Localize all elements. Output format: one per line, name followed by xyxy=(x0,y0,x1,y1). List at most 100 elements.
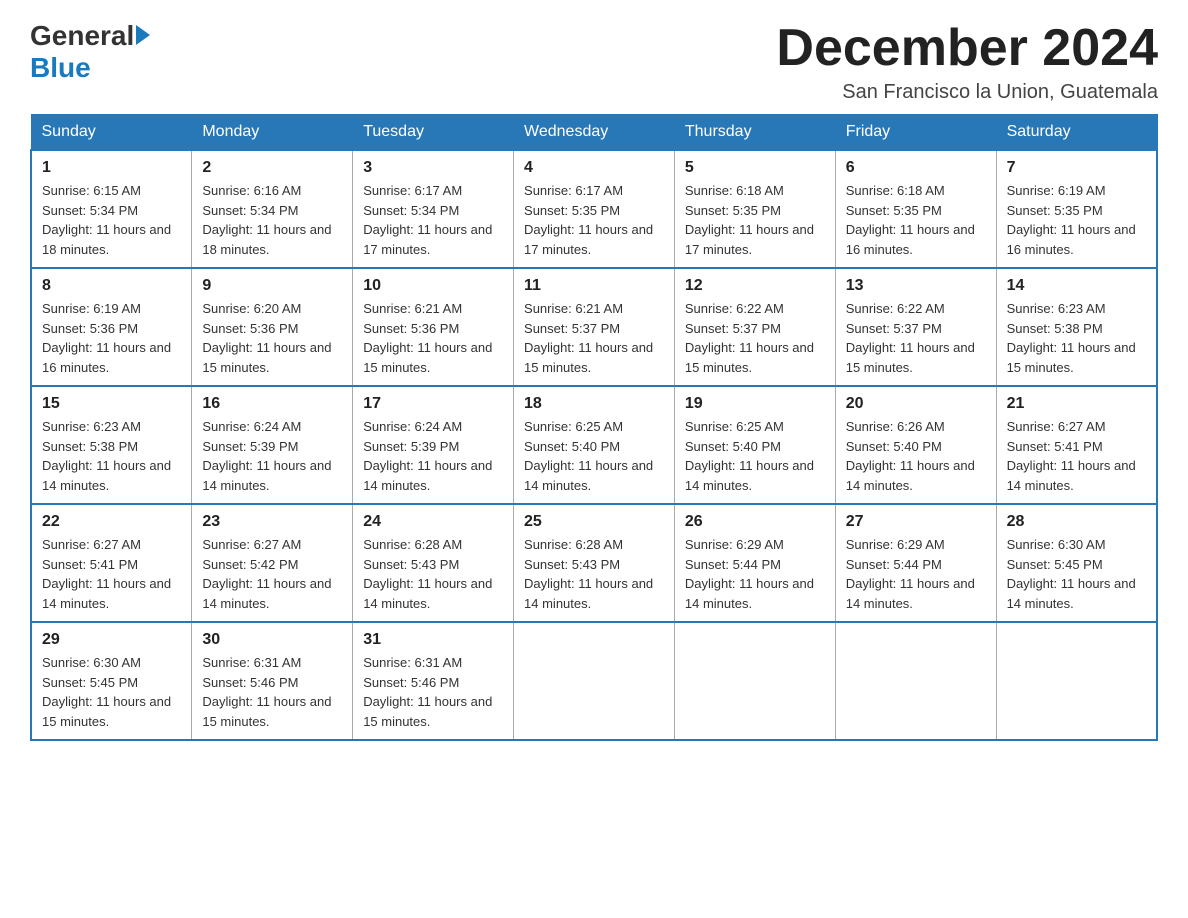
day-info: Sunrise: 6:20 AMSunset: 5:36 PMDaylight:… xyxy=(202,301,331,375)
day-info: Sunrise: 6:17 AMSunset: 5:35 PMDaylight:… xyxy=(524,183,653,257)
day-info: Sunrise: 6:25 AMSunset: 5:40 PMDaylight:… xyxy=(524,419,653,493)
day-number: 6 xyxy=(846,159,986,177)
day-number: 21 xyxy=(1007,395,1146,413)
calendar-week-row: 1 Sunrise: 6:15 AMSunset: 5:34 PMDayligh… xyxy=(31,150,1157,268)
day-number: 16 xyxy=(202,395,342,413)
logo-blue: Blue xyxy=(30,52,91,84)
month-title: December 2024 xyxy=(776,20,1158,77)
page-header: General Blue December 2024 San Francisco… xyxy=(30,20,1158,104)
calendar-cell: 14 Sunrise: 6:23 AMSunset: 5:38 PMDaylig… xyxy=(996,268,1157,386)
day-number: 11 xyxy=(524,277,664,295)
day-number: 14 xyxy=(1007,277,1146,295)
calendar-cell: 26 Sunrise: 6:29 AMSunset: 5:44 PMDaylig… xyxy=(674,504,835,622)
day-number: 20 xyxy=(846,395,986,413)
day-number: 7 xyxy=(1007,159,1146,177)
weekday-header-thursday: Thursday xyxy=(674,115,835,151)
calendar-cell: 21 Sunrise: 6:27 AMSunset: 5:41 PMDaylig… xyxy=(996,386,1157,504)
calendar-cell: 19 Sunrise: 6:25 AMSunset: 5:40 PMDaylig… xyxy=(674,386,835,504)
calendar-cell: 12 Sunrise: 6:22 AMSunset: 5:37 PMDaylig… xyxy=(674,268,835,386)
calendar-cell: 15 Sunrise: 6:23 AMSunset: 5:38 PMDaylig… xyxy=(31,386,192,504)
weekday-header-saturday: Saturday xyxy=(996,115,1157,151)
day-info: Sunrise: 6:28 AMSunset: 5:43 PMDaylight:… xyxy=(363,537,492,611)
calendar-cell: 28 Sunrise: 6:30 AMSunset: 5:45 PMDaylig… xyxy=(996,504,1157,622)
calendar-cell: 20 Sunrise: 6:26 AMSunset: 5:40 PMDaylig… xyxy=(835,386,996,504)
day-info: Sunrise: 6:31 AMSunset: 5:46 PMDaylight:… xyxy=(202,655,331,729)
calendar-cell: 8 Sunrise: 6:19 AMSunset: 5:36 PMDayligh… xyxy=(31,268,192,386)
weekday-header-tuesday: Tuesday xyxy=(353,115,514,151)
day-info: Sunrise: 6:19 AMSunset: 5:35 PMDaylight:… xyxy=(1007,183,1136,257)
calendar-cell xyxy=(674,622,835,740)
calendar-cell: 29 Sunrise: 6:30 AMSunset: 5:45 PMDaylig… xyxy=(31,622,192,740)
day-info: Sunrise: 6:23 AMSunset: 5:38 PMDaylight:… xyxy=(1007,301,1136,375)
day-info: Sunrise: 6:27 AMSunset: 5:41 PMDaylight:… xyxy=(42,537,171,611)
day-number: 25 xyxy=(524,513,664,531)
day-info: Sunrise: 6:22 AMSunset: 5:37 PMDaylight:… xyxy=(846,301,975,375)
day-number: 8 xyxy=(42,277,181,295)
calendar-cell: 1 Sunrise: 6:15 AMSunset: 5:34 PMDayligh… xyxy=(31,150,192,268)
day-info: Sunrise: 6:19 AMSunset: 5:36 PMDaylight:… xyxy=(42,301,171,375)
calendar-cell: 3 Sunrise: 6:17 AMSunset: 5:34 PMDayligh… xyxy=(353,150,514,268)
day-info: Sunrise: 6:24 AMSunset: 5:39 PMDaylight:… xyxy=(202,419,331,493)
day-info: Sunrise: 6:23 AMSunset: 5:38 PMDaylight:… xyxy=(42,419,171,493)
day-number: 10 xyxy=(363,277,503,295)
day-info: Sunrise: 6:18 AMSunset: 5:35 PMDaylight:… xyxy=(846,183,975,257)
calendar-cell: 25 Sunrise: 6:28 AMSunset: 5:43 PMDaylig… xyxy=(514,504,675,622)
calendar-cell: 18 Sunrise: 6:25 AMSunset: 5:40 PMDaylig… xyxy=(514,386,675,504)
calendar-cell: 7 Sunrise: 6:19 AMSunset: 5:35 PMDayligh… xyxy=(996,150,1157,268)
calendar-cell: 9 Sunrise: 6:20 AMSunset: 5:36 PMDayligh… xyxy=(192,268,353,386)
weekday-header-sunday: Sunday xyxy=(31,115,192,151)
day-number: 15 xyxy=(42,395,181,413)
day-number: 12 xyxy=(685,277,825,295)
day-number: 31 xyxy=(363,631,503,649)
day-number: 4 xyxy=(524,159,664,177)
calendar-week-row: 29 Sunrise: 6:30 AMSunset: 5:45 PMDaylig… xyxy=(31,622,1157,740)
calendar-week-row: 22 Sunrise: 6:27 AMSunset: 5:41 PMDaylig… xyxy=(31,504,1157,622)
calendar-cell: 6 Sunrise: 6:18 AMSunset: 5:35 PMDayligh… xyxy=(835,150,996,268)
day-info: Sunrise: 6:24 AMSunset: 5:39 PMDaylight:… xyxy=(363,419,492,493)
day-number: 18 xyxy=(524,395,664,413)
calendar-week-row: 15 Sunrise: 6:23 AMSunset: 5:38 PMDaylig… xyxy=(31,386,1157,504)
weekday-header-monday: Monday xyxy=(192,115,353,151)
day-info: Sunrise: 6:27 AMSunset: 5:42 PMDaylight:… xyxy=(202,537,331,611)
calendar-cell: 27 Sunrise: 6:29 AMSunset: 5:44 PMDaylig… xyxy=(835,504,996,622)
calendar-cell: 30 Sunrise: 6:31 AMSunset: 5:46 PMDaylig… xyxy=(192,622,353,740)
day-info: Sunrise: 6:22 AMSunset: 5:37 PMDaylight:… xyxy=(685,301,814,375)
calendar-cell: 17 Sunrise: 6:24 AMSunset: 5:39 PMDaylig… xyxy=(353,386,514,504)
day-info: Sunrise: 6:28 AMSunset: 5:43 PMDaylight:… xyxy=(524,537,653,611)
weekday-header-friday: Friday xyxy=(835,115,996,151)
day-number: 30 xyxy=(202,631,342,649)
day-info: Sunrise: 6:25 AMSunset: 5:40 PMDaylight:… xyxy=(685,419,814,493)
calendar-cell: 2 Sunrise: 6:16 AMSunset: 5:34 PMDayligh… xyxy=(192,150,353,268)
day-number: 26 xyxy=(685,513,825,531)
calendar-cell: 23 Sunrise: 6:27 AMSunset: 5:42 PMDaylig… xyxy=(192,504,353,622)
day-number: 23 xyxy=(202,513,342,531)
day-info: Sunrise: 6:26 AMSunset: 5:40 PMDaylight:… xyxy=(846,419,975,493)
day-number: 2 xyxy=(202,159,342,177)
location-title: San Francisco la Union, Guatemala xyxy=(776,81,1158,104)
day-info: Sunrise: 6:31 AMSunset: 5:46 PMDaylight:… xyxy=(363,655,492,729)
day-info: Sunrise: 6:30 AMSunset: 5:45 PMDaylight:… xyxy=(42,655,171,729)
title-section: December 2024 San Francisco la Union, Gu… xyxy=(776,20,1158,104)
day-number: 3 xyxy=(363,159,503,177)
day-number: 22 xyxy=(42,513,181,531)
calendar-table: SundayMondayTuesdayWednesdayThursdayFrid… xyxy=(30,114,1158,741)
day-number: 27 xyxy=(846,513,986,531)
calendar-cell: 13 Sunrise: 6:22 AMSunset: 5:37 PMDaylig… xyxy=(835,268,996,386)
logo: General Blue xyxy=(30,20,150,84)
calendar-cell: 5 Sunrise: 6:18 AMSunset: 5:35 PMDayligh… xyxy=(674,150,835,268)
calendar-cell: 24 Sunrise: 6:28 AMSunset: 5:43 PMDaylig… xyxy=(353,504,514,622)
day-info: Sunrise: 6:21 AMSunset: 5:36 PMDaylight:… xyxy=(363,301,492,375)
day-info: Sunrise: 6:17 AMSunset: 5:34 PMDaylight:… xyxy=(363,183,492,257)
day-number: 1 xyxy=(42,159,181,177)
day-info: Sunrise: 6:16 AMSunset: 5:34 PMDaylight:… xyxy=(202,183,331,257)
day-number: 28 xyxy=(1007,513,1146,531)
day-number: 19 xyxy=(685,395,825,413)
calendar-cell: 16 Sunrise: 6:24 AMSunset: 5:39 PMDaylig… xyxy=(192,386,353,504)
calendar-week-row: 8 Sunrise: 6:19 AMSunset: 5:36 PMDayligh… xyxy=(31,268,1157,386)
weekday-header-row: SundayMondayTuesdayWednesdayThursdayFrid… xyxy=(31,115,1157,151)
calendar-cell: 4 Sunrise: 6:17 AMSunset: 5:35 PMDayligh… xyxy=(514,150,675,268)
day-info: Sunrise: 6:30 AMSunset: 5:45 PMDaylight:… xyxy=(1007,537,1136,611)
calendar-cell: 11 Sunrise: 6:21 AMSunset: 5:37 PMDaylig… xyxy=(514,268,675,386)
day-info: Sunrise: 6:15 AMSunset: 5:34 PMDaylight:… xyxy=(42,183,171,257)
day-info: Sunrise: 6:29 AMSunset: 5:44 PMDaylight:… xyxy=(685,537,814,611)
